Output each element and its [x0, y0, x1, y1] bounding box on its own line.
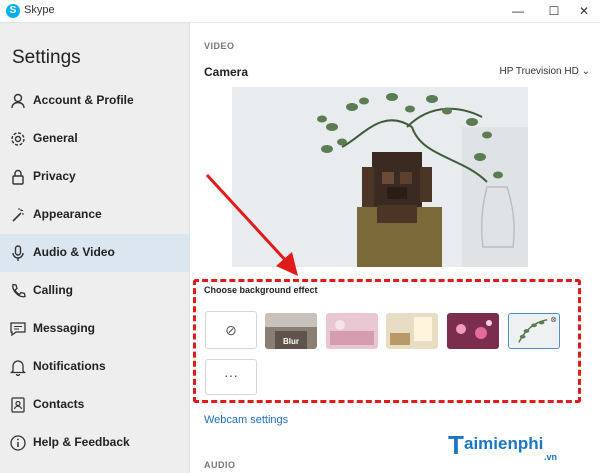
- watermark-domain: .vn: [544, 452, 558, 462]
- watermark-name: aimienphi: [464, 434, 544, 453]
- annotation-arrow: [205, 173, 298, 276]
- watermark-mark: T: [448, 430, 464, 460]
- watermark-logo: T aimienphi .vn: [448, 430, 588, 466]
